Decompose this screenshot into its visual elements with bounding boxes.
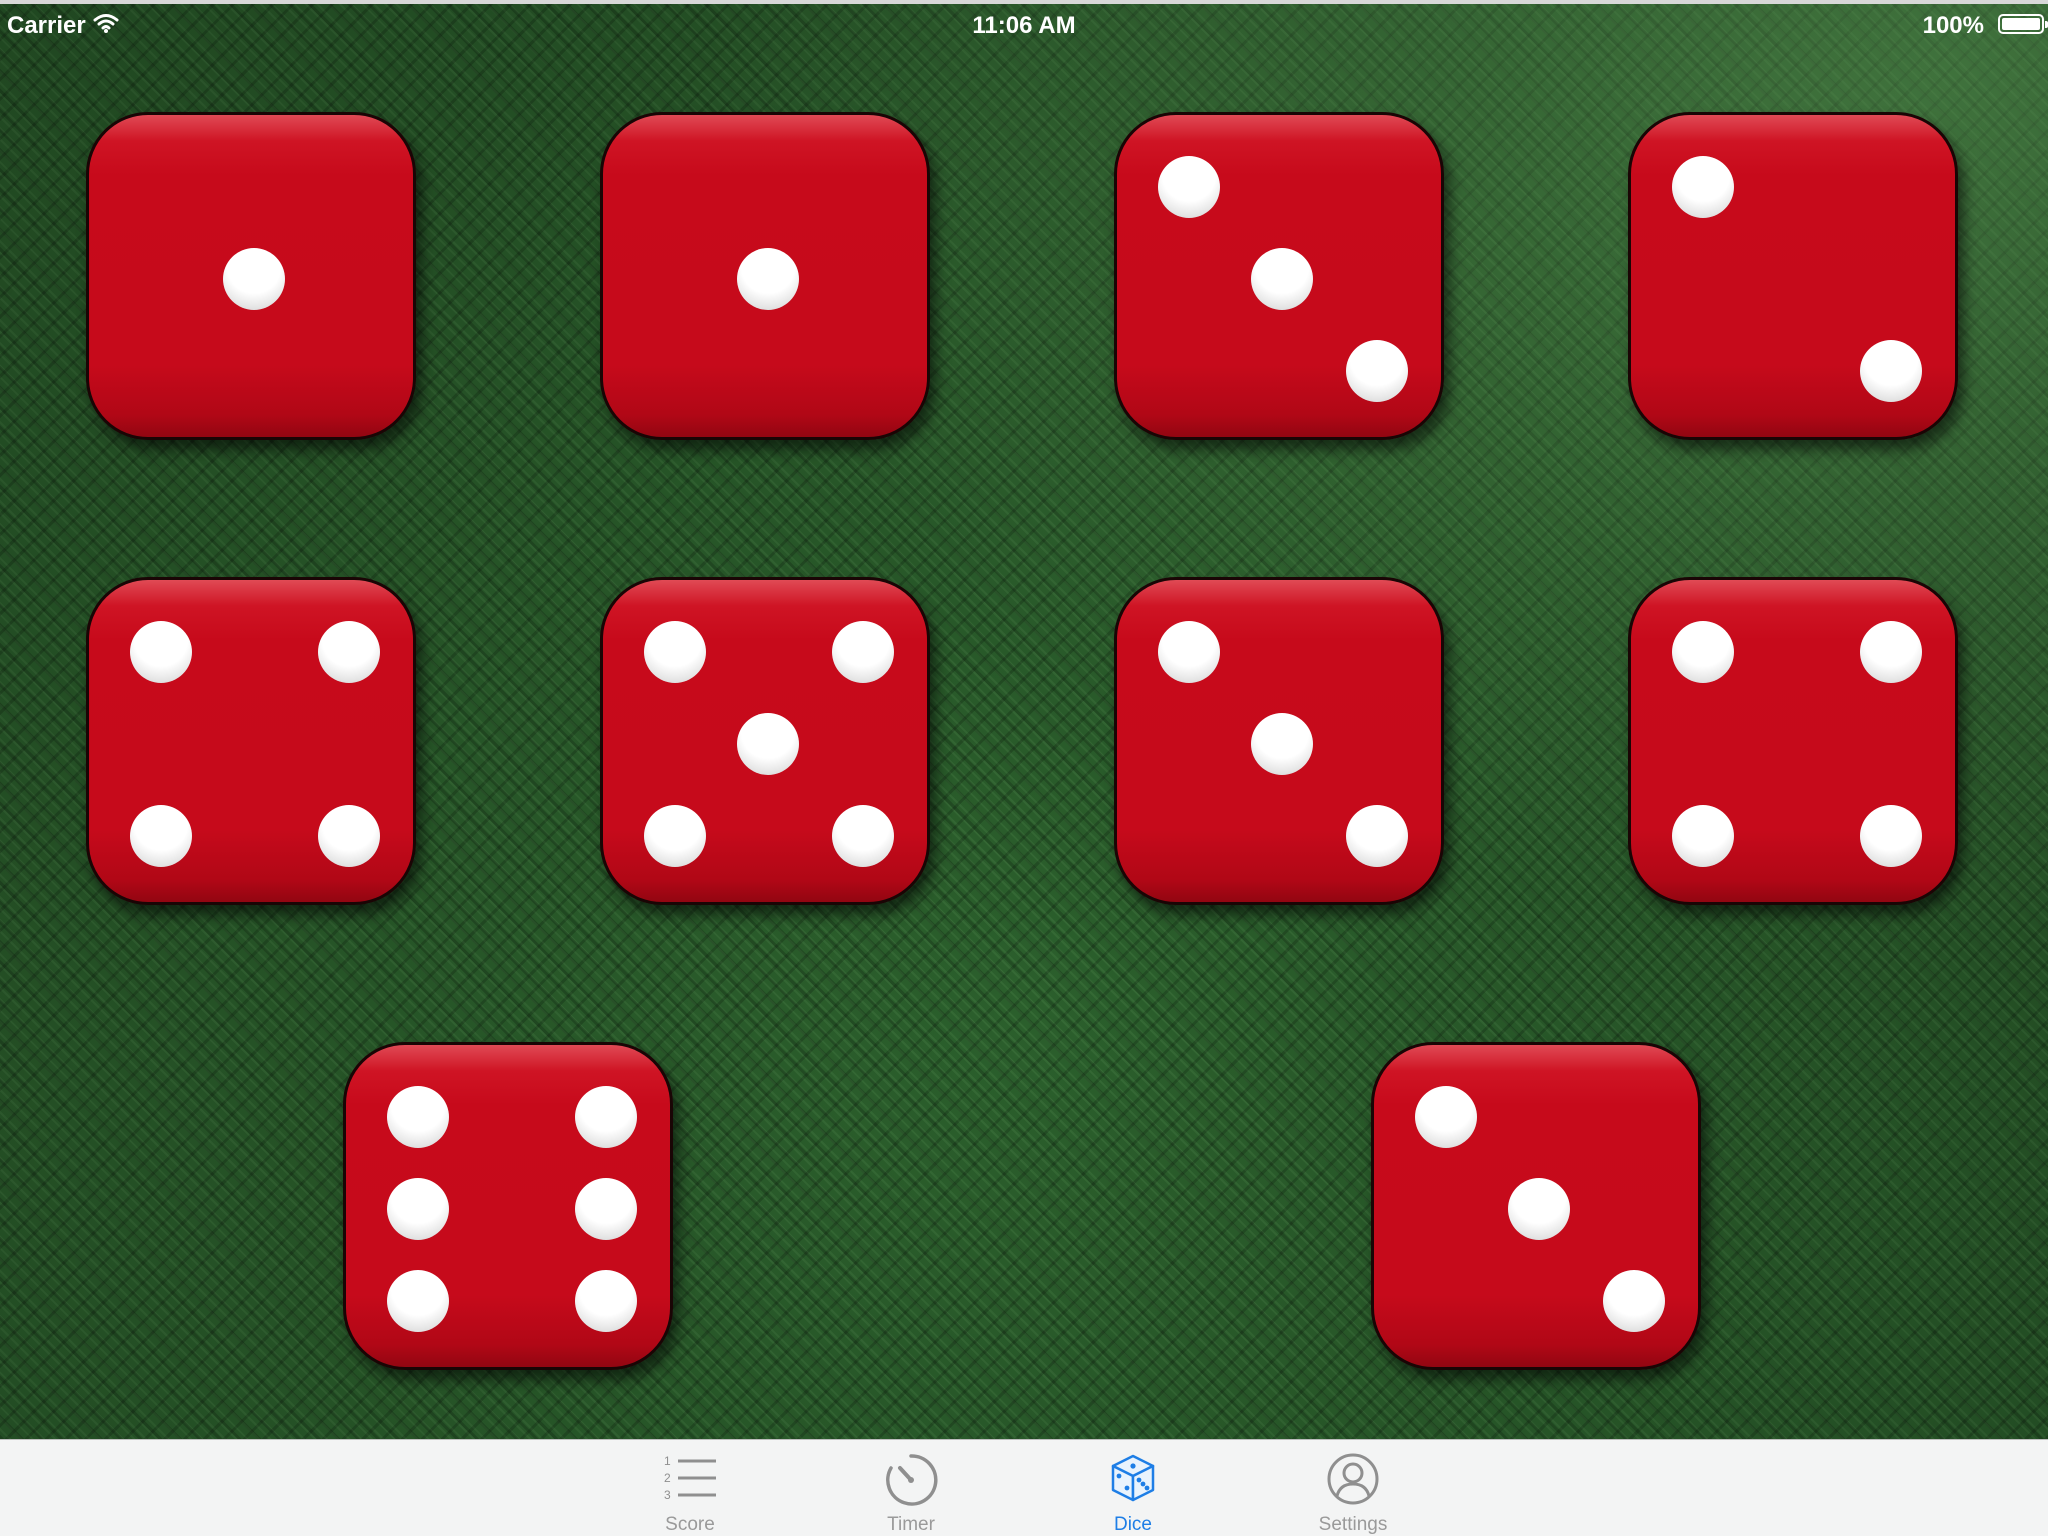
svg-text:2: 2 <box>664 1471 671 1485</box>
ipad-screen: Carrier 11:06 AM 100% 1 2 3 Score Timer … <box>0 0 2048 1536</box>
status-bar: Carrier 11:06 AM 100% <box>0 0 2048 50</box>
die-pip <box>832 621 894 683</box>
tab-settings-label: Settings <box>1318 1514 1388 1535</box>
die-4[interactable] <box>1628 112 1958 440</box>
die-pip <box>1672 805 1734 867</box>
die-2[interactable] <box>600 112 930 440</box>
die-pip <box>318 805 380 867</box>
die-5[interactable] <box>86 577 416 905</box>
die-pip <box>1508 1178 1570 1240</box>
die-pip <box>387 1086 449 1148</box>
die-pip <box>1158 621 1220 683</box>
die-3[interactable] <box>1114 112 1444 440</box>
die-pip <box>1346 805 1408 867</box>
die-pip <box>387 1270 449 1332</box>
die-6[interactable] <box>600 577 930 905</box>
die-8[interactable] <box>1628 577 1958 905</box>
svg-text:3: 3 <box>664 1488 671 1502</box>
die-pip <box>223 248 285 310</box>
tab-timer-label: Timer <box>887 1514 935 1535</box>
die-pip <box>1860 340 1922 402</box>
die-pip <box>1251 713 1313 775</box>
die-pip <box>1415 1086 1477 1148</box>
die-1[interactable] <box>86 112 416 440</box>
stopwatch-icon <box>883 1452 939 1513</box>
status-bar-time: 11:06 AM <box>972 12 1076 39</box>
svg-text:1: 1 <box>664 1454 671 1468</box>
user-icon <box>1326 1452 1380 1511</box>
numbered-list-icon: 1 2 3 <box>662 1452 718 1509</box>
tab-dice-label: Dice <box>1113 1514 1152 1535</box>
tab-dice[interactable]: Dice <box>1058 1440 1208 1536</box>
die-pip <box>575 1270 637 1332</box>
die-pip <box>644 805 706 867</box>
die-pip <box>1158 156 1220 218</box>
die-pip <box>644 621 706 683</box>
battery-percentage: 100% <box>1922 12 1984 39</box>
tab-score-label: Score <box>665 1514 715 1535</box>
tab-timer[interactable]: Timer <box>836 1440 986 1536</box>
die-pip <box>1860 621 1922 683</box>
tab-bar: 1 2 3 Score Timer Dice Settings <box>0 1439 2048 1536</box>
die-pip <box>130 805 192 867</box>
felt-table-background <box>0 0 2048 1439</box>
die-pip <box>1672 621 1734 683</box>
dice-icon <box>1107 1452 1159 1509</box>
die-pip <box>1860 805 1922 867</box>
die-pip <box>737 713 799 775</box>
die-pip <box>737 248 799 310</box>
die-7[interactable] <box>1114 577 1444 905</box>
die-9[interactable] <box>343 1042 673 1370</box>
battery-icon <box>1998 14 2048 34</box>
die-pip <box>1346 340 1408 402</box>
die-pip <box>318 621 380 683</box>
die-pip <box>1603 1270 1665 1332</box>
die-pip <box>575 1178 637 1240</box>
tab-settings[interactable]: Settings <box>1278 1440 1428 1536</box>
die-pip <box>1251 248 1313 310</box>
die-pip <box>130 621 192 683</box>
die-pip <box>387 1178 449 1240</box>
die-pip <box>1672 156 1734 218</box>
die-10[interactable] <box>1371 1042 1701 1370</box>
die-pip <box>832 805 894 867</box>
tab-score[interactable]: 1 2 3 Score <box>615 1440 765 1536</box>
status-bar-top-line <box>0 0 2048 4</box>
die-pip <box>575 1086 637 1148</box>
